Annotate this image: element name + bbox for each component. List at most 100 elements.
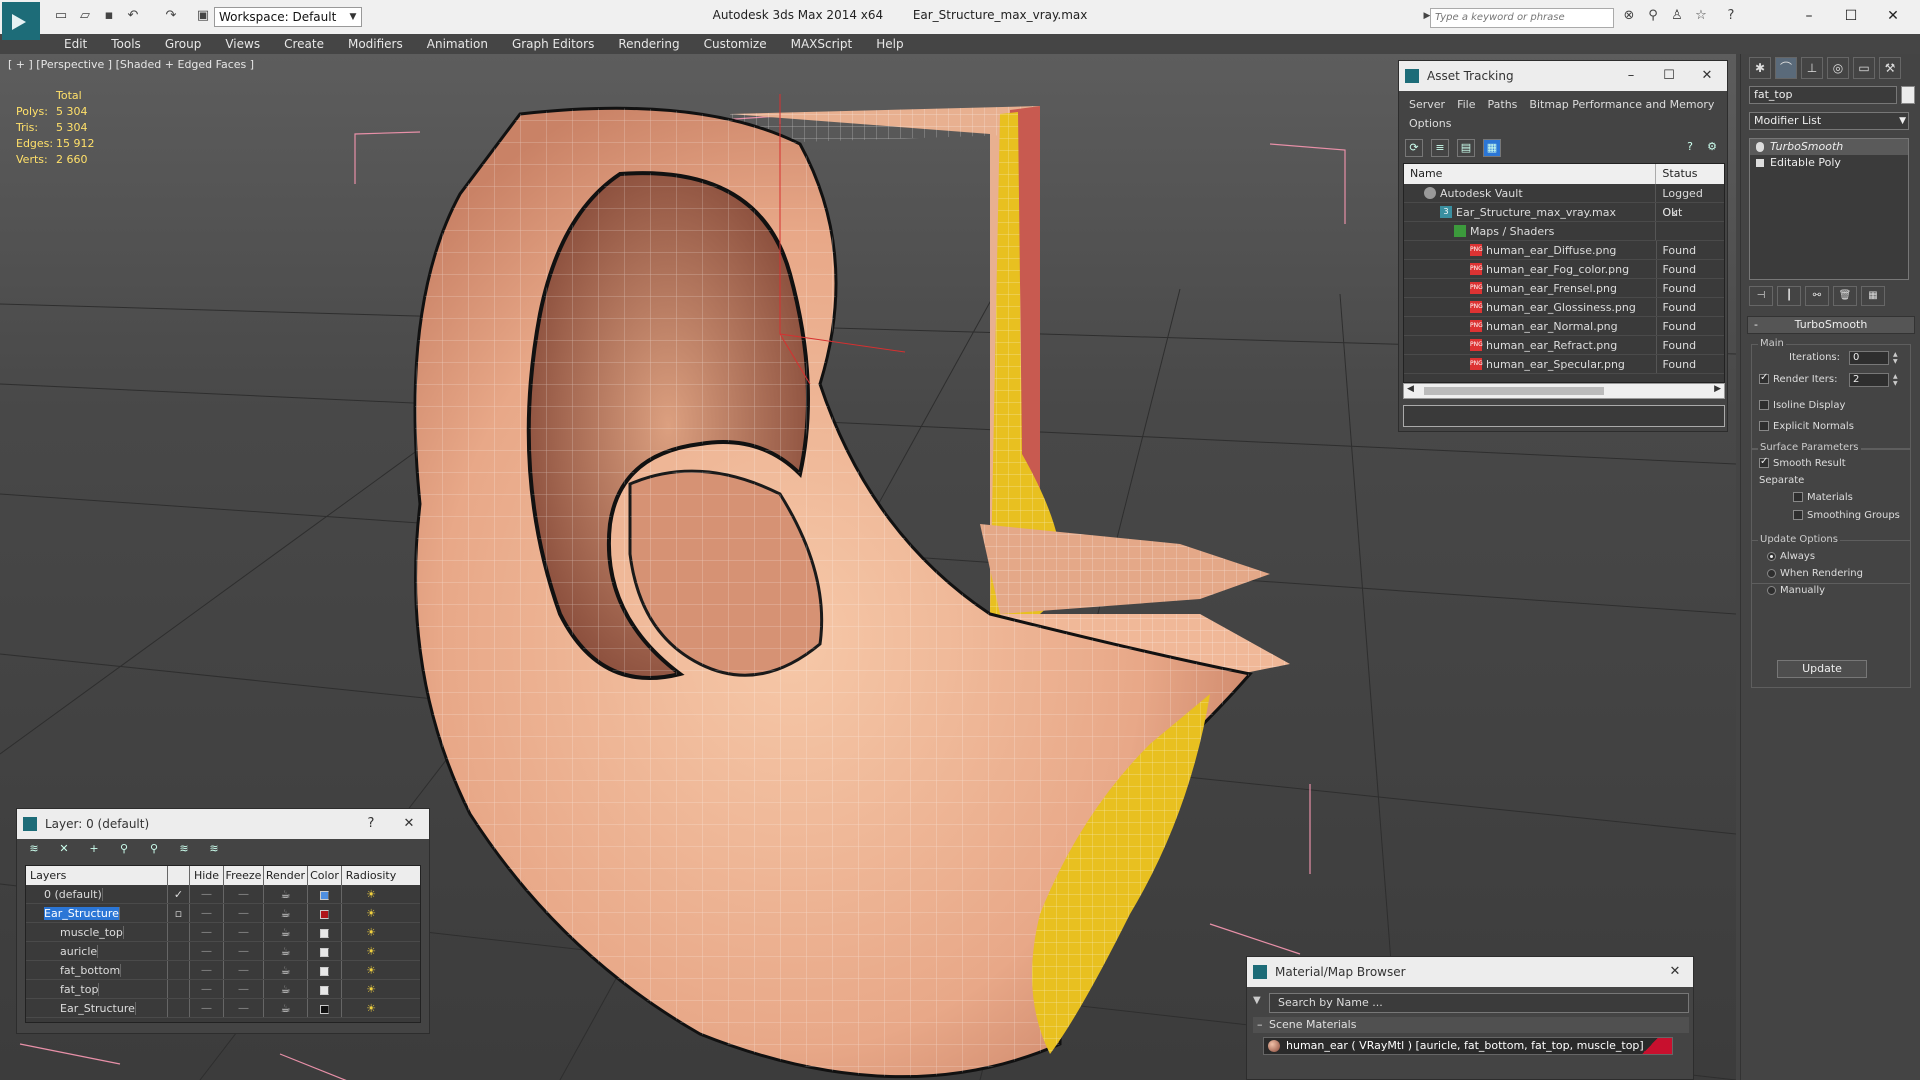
render-teapot-icon[interactable]: ☕ bbox=[264, 961, 308, 979]
help-icon[interactable]: ? bbox=[1681, 139, 1699, 157]
favorites-star-icon[interactable]: ☆ bbox=[1692, 8, 1710, 24]
render-teapot-icon[interactable]: ☕ bbox=[264, 942, 308, 960]
menu-create[interactable]: Create bbox=[272, 34, 336, 54]
table-row[interactable]: PNG human_ear_Refract.png Found bbox=[1404, 336, 1724, 355]
menu-animation[interactable]: Animation bbox=[415, 34, 500, 54]
render-iters-checkbox[interactable]: Render Iters: bbox=[1759, 372, 1838, 385]
close-button[interactable]: ✕ bbox=[393, 809, 425, 839]
freeze-toggle[interactable]: ― bbox=[224, 904, 264, 922]
render-teapot-icon[interactable]: ☕ bbox=[264, 923, 308, 941]
column-name[interactable]: Name bbox=[1404, 164, 1657, 184]
radiosity-icon[interactable]: ☀ bbox=[342, 980, 400, 998]
radio-icon[interactable] bbox=[1767, 551, 1776, 561]
scene-materials-section[interactable]: – Scene Materials bbox=[1253, 1017, 1689, 1033]
table-row[interactable]: PNG human_ear_Diffuse.png Found bbox=[1404, 241, 1724, 260]
configure-modifier-sets-icon[interactable]: ▦ bbox=[1861, 286, 1885, 306]
select-objects-icon[interactable]: ⚲ bbox=[115, 841, 133, 859]
color-swatch[interactable] bbox=[308, 923, 342, 941]
menu-views[interactable]: Views bbox=[213, 34, 272, 54]
layer-row[interactable]: auricle ― ― ☕ ☀ bbox=[26, 942, 420, 961]
turbosmooth-rollout-header[interactable]: - TurboSmooth bbox=[1747, 316, 1915, 334]
delete-layer-icon[interactable]: ✕ bbox=[55, 841, 73, 859]
asset-tracking-titlebar[interactable]: Asset Tracking – ☐ ✕ bbox=[1399, 61, 1727, 91]
menu-maxscript[interactable]: MAXScript bbox=[779, 34, 865, 54]
list-view-icon[interactable]: ≡ bbox=[1431, 139, 1449, 157]
checkbox-icon[interactable] bbox=[1759, 372, 1769, 384]
user-icon[interactable]: ♙ bbox=[1668, 8, 1686, 24]
stack-item-editable-poly[interactable]: Editable Poly bbox=[1750, 155, 1908, 171]
make-unique-icon[interactable]: ⚯ bbox=[1805, 286, 1829, 306]
update-always-radio[interactable]: Always bbox=[1767, 551, 1815, 562]
help-icon[interactable]: ? bbox=[1722, 8, 1740, 24]
color-swatch[interactable] bbox=[308, 980, 342, 998]
menu-edit[interactable]: Edit bbox=[52, 34, 99, 54]
hide-toggle[interactable]: ― bbox=[190, 961, 224, 979]
add-to-layer-icon[interactable]: + bbox=[85, 841, 103, 859]
detail-view-icon[interactable]: ▤ bbox=[1457, 139, 1475, 157]
menu-paths[interactable]: Paths bbox=[1482, 95, 1524, 114]
radiosity-icon[interactable]: ☀ bbox=[342, 923, 400, 941]
chevron-down-icon[interactable]: ▼ bbox=[346, 8, 360, 26]
hierarchy-tab-icon[interactable]: ⊥ bbox=[1801, 57, 1823, 79]
lightbulb-icon[interactable] bbox=[1756, 142, 1764, 152]
close-button[interactable]: ✕ bbox=[1878, 4, 1908, 28]
communication-center-icon[interactable]: ⚲ bbox=[1644, 8, 1662, 24]
freeze-toggle[interactable]: ― bbox=[224, 980, 264, 998]
freeze-all-layers-icon[interactable]: ≋ bbox=[205, 841, 223, 859]
maximize-button[interactable]: ☐ bbox=[1836, 4, 1866, 28]
create-layer-icon[interactable]: ≋ bbox=[25, 841, 43, 859]
current-layer-check[interactable] bbox=[168, 942, 190, 960]
checkbox-icon[interactable] bbox=[1759, 400, 1769, 410]
spinner-arrows-icon[interactable]: ▲ ▼ bbox=[1893, 373, 1901, 387]
menu-tools[interactable]: Tools bbox=[99, 34, 153, 54]
table-row[interactable]: PNG human_ear_Specular.png Found bbox=[1404, 355, 1724, 374]
scroll-right-icon[interactable]: ▶ bbox=[1714, 384, 1721, 394]
material-item[interactable]: human_ear ( VRayMtl ) [auricle, fat_bott… bbox=[1263, 1037, 1673, 1055]
scrollbar-thumb[interactable] bbox=[1424, 387, 1604, 395]
checkbox-icon[interactable] bbox=[1793, 510, 1803, 520]
settings-icon[interactable]: ⚙ bbox=[1703, 139, 1721, 157]
color-swatch[interactable] bbox=[308, 961, 342, 979]
expand-box-icon[interactable] bbox=[1756, 159, 1764, 167]
minimize-button[interactable]: – bbox=[1615, 61, 1647, 91]
menu-customize[interactable]: Customize bbox=[692, 34, 779, 54]
column-hide[interactable]: Hide bbox=[190, 866, 224, 885]
remove-modifier-icon[interactable]: 🗑 bbox=[1833, 286, 1857, 306]
radio-icon[interactable] bbox=[1767, 585, 1776, 595]
radiosity-icon[interactable]: ☀ bbox=[342, 885, 400, 903]
hide-toggle[interactable]: ― bbox=[190, 980, 224, 998]
current-layer-check[interactable] bbox=[168, 961, 190, 979]
render-teapot-icon[interactable]: ☕ bbox=[264, 904, 308, 922]
asset-path-field[interactable] bbox=[1403, 405, 1725, 427]
show-end-result-icon[interactable]: ┃ bbox=[1777, 286, 1801, 306]
freeze-toggle[interactable]: ― bbox=[224, 923, 264, 941]
color-swatch[interactable] bbox=[308, 999, 342, 1017]
color-swatch[interactable] bbox=[308, 942, 342, 960]
column-status[interactable]: Status bbox=[1656, 164, 1724, 184]
menu-server[interactable]: Server bbox=[1403, 95, 1451, 114]
materials-checkbox[interactable]: Materials bbox=[1793, 492, 1853, 503]
table-row[interactable]: PNG human_ear_Frensel.png Found bbox=[1404, 279, 1724, 298]
create-tab-icon[interactable]: ✱ bbox=[1749, 57, 1771, 79]
checkbox-icon[interactable] bbox=[1759, 456, 1769, 468]
refresh-icon[interactable]: ⟳ bbox=[1405, 139, 1423, 157]
table-row[interactable]: PNG human_ear_Glossiness.png Found bbox=[1404, 298, 1724, 317]
new-file-icon[interactable]: ▭ bbox=[52, 8, 70, 24]
isoline-display-checkbox[interactable]: Isoline Display bbox=[1759, 400, 1845, 411]
radiosity-icon[interactable]: ☀ bbox=[342, 961, 400, 979]
table-view-icon[interactable]: ▦ bbox=[1483, 139, 1501, 157]
color-swatch[interactable] bbox=[308, 885, 342, 903]
search-input[interactable]: Type a keyword or phrase bbox=[1430, 8, 1614, 28]
table-row[interactable]: PNG human_ear_Normal.png Found bbox=[1404, 317, 1724, 336]
horizontal-scrollbar[interactable]: ◀ ▶ bbox=[1403, 383, 1725, 399]
hide-toggle[interactable]: ― bbox=[190, 885, 224, 903]
update-button[interactable]: Update bbox=[1777, 660, 1867, 678]
material-search-input[interactable]: Search by Name ... bbox=[1269, 993, 1689, 1013]
column-freeze[interactable]: Freeze bbox=[224, 866, 264, 885]
current-layer-check[interactable] bbox=[168, 999, 190, 1017]
freeze-toggle[interactable]: ― bbox=[224, 961, 264, 979]
hide-toggle[interactable]: ― bbox=[190, 942, 224, 960]
column-color[interactable]: Color bbox=[308, 866, 342, 885]
current-layer-check[interactable] bbox=[168, 980, 190, 998]
hide-toggle[interactable]: ― bbox=[190, 923, 224, 941]
